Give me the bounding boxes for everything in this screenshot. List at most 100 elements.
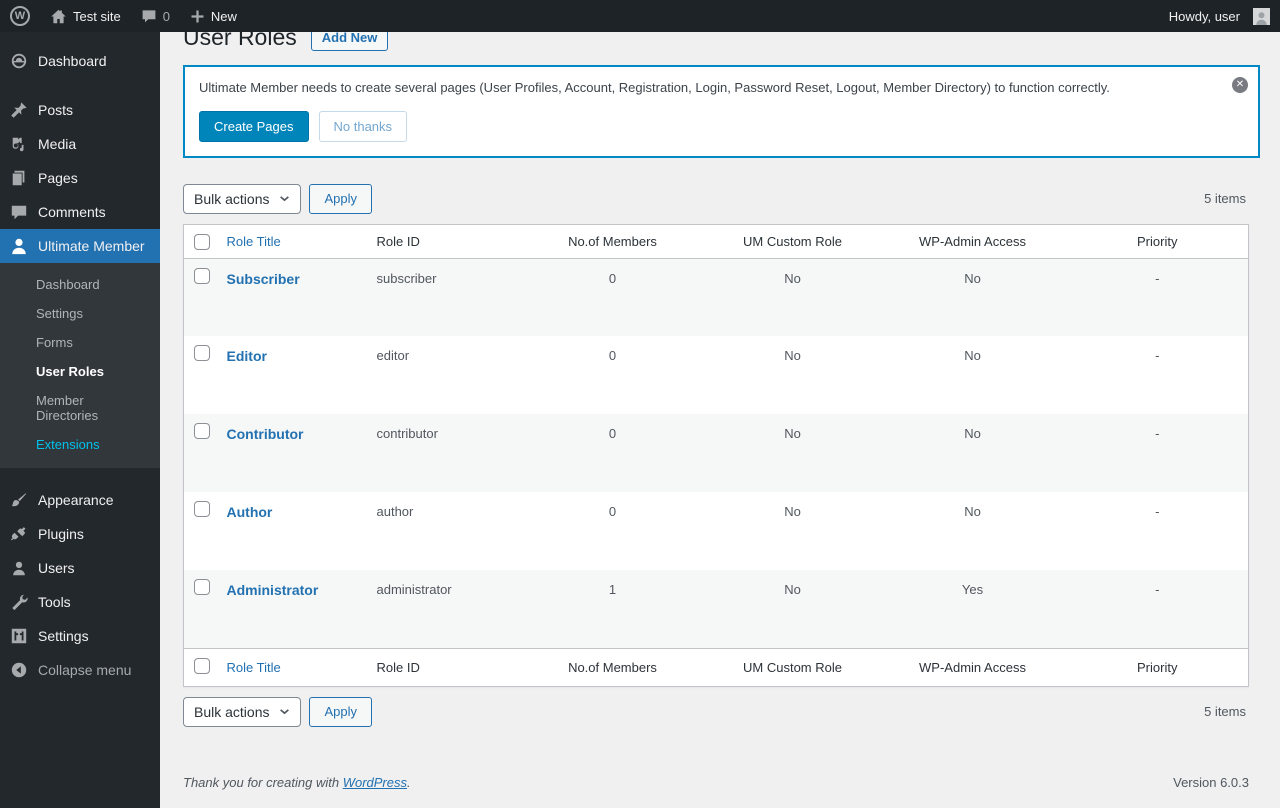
comments-icon	[9, 202, 29, 222]
footer-thanks-text: Thank you for creating with WordPress.	[183, 775, 411, 790]
wp-admin-access-cell: No	[964, 504, 981, 520]
priority-cell: -	[1155, 504, 1160, 520]
row-checkbox[interactable]	[194, 267, 210, 284]
members-cell: 0	[608, 270, 617, 286]
select-all-checkbox[interactable]	[194, 657, 210, 674]
sidebar-item-dashboard[interactable]: Dashboard	[0, 44, 160, 78]
submenu-item-user-roles[interactable]: User Roles	[0, 357, 160, 386]
dashboard-icon	[9, 51, 29, 71]
column-role-id: Role ID	[366, 224, 519, 259]
create-pages-button[interactable]: Create Pages	[199, 110, 309, 142]
column-members: No.of Members	[518, 647, 707, 687]
sidebar-item-pages[interactable]: Pages	[0, 161, 160, 195]
ultimate-member-submenu: Dashboard Settings Forms User Roles Memb…	[0, 263, 160, 468]
sidebar-item-label: Settings	[38, 628, 89, 644]
role-title-link[interactable]: Contributor	[227, 426, 304, 442]
column-members: No.of Members	[518, 224, 707, 259]
sidebar-item-label: Plugins	[38, 526, 84, 542]
new-label: New	[210, 8, 237, 24]
um-custom-role-cell: No	[784, 504, 801, 520]
avatar	[1253, 7, 1270, 25]
dismiss-notice-icon[interactable]: ✕	[1232, 76, 1248, 93]
sidebar-item-tools[interactable]: Tools	[0, 585, 160, 619]
sidebar-item-media[interactable]: Media	[0, 127, 160, 161]
role-title-link[interactable]: Editor	[227, 348, 267, 364]
submenu-item-settings[interactable]: Settings	[0, 299, 160, 328]
wp-admin-access-cell: Yes	[961, 582, 984, 598]
sort-role-title-link[interactable]: Role Title	[227, 234, 281, 249]
role-title-link[interactable]: Subscriber	[227, 271, 300, 287]
home-icon	[50, 8, 67, 25]
wordpress-link[interactable]: WordPress	[343, 775, 407, 790]
sidebar-item-label: Comments	[38, 204, 106, 220]
sidebar-item-label: Collapse menu	[38, 662, 132, 678]
footer-thanks-prefix: Thank you for creating with	[183, 774, 343, 790]
admin-bar: W Test site 0 New Howdy, user	[0, 0, 1280, 32]
wp-admin-access-cell: No	[964, 348, 981, 364]
howdy-label: Howdy, user	[1168, 8, 1240, 24]
submenu-item-dashboard[interactable]: Dashboard	[0, 270, 160, 299]
bulk-actions-select[interactable]: Bulk actions	[183, 183, 302, 214]
select-all-checkbox[interactable]	[194, 233, 210, 250]
my-account-menu[interactable]: Howdy, user	[1159, 0, 1280, 32]
sidebar-item-label: Ultimate Member	[38, 238, 145, 254]
sliders-icon	[9, 626, 29, 646]
role-title-link[interactable]: Author	[227, 504, 273, 520]
submenu-item-member-directories[interactable]: Member Directories	[0, 386, 160, 430]
column-wp-admin-access: WP-Admin Access	[878, 224, 1067, 259]
collapse-arrow-icon	[9, 660, 29, 680]
sidebar-item-posts[interactable]: Posts	[0, 93, 160, 127]
sidebar-item-ultimate-member[interactable]: Ultimate Member	[0, 229, 160, 263]
sidebar-item-plugins[interactable]: Plugins	[0, 517, 160, 551]
admin-footer: Thank you for creating with WordPress. V…	[183, 775, 1260, 790]
bulk-actions-select[interactable]: Bulk actions	[183, 696, 302, 727]
role-title-link[interactable]: Administrator	[227, 582, 319, 598]
column-role-id: Role ID	[366, 647, 519, 687]
priority-cell: -	[1155, 426, 1160, 442]
sidebar-item-comments[interactable]: Comments	[0, 195, 160, 229]
notice-message: Ultimate Member needs to create several …	[199, 79, 1110, 95]
apply-button[interactable]: Apply	[309, 696, 373, 727]
items-count: 5 items	[1204, 704, 1246, 720]
row-checkbox[interactable]	[194, 501, 210, 518]
column-um-custom-role: UM Custom Role	[706, 224, 879, 259]
row-checkbox[interactable]	[194, 345, 210, 362]
sidebar-item-settings[interactable]: Settings	[0, 619, 160, 653]
sidebar-item-label: Tools	[38, 594, 71, 610]
column-priority: Priority	[1066, 647, 1249, 687]
sort-role-title-link[interactable]: Role Title	[227, 660, 281, 675]
table-row: Administrator administrator 1 No Yes -	[183, 570, 1249, 649]
new-content-menu[interactable]: New	[180, 0, 247, 32]
submenu-item-extensions[interactable]: Extensions	[0, 430, 160, 459]
sidebar-item-appearance[interactable]: Appearance	[0, 483, 160, 517]
priority-cell: -	[1155, 582, 1160, 598]
wp-admin-access-cell: No	[964, 426, 981, 442]
chevron-down-icon	[280, 709, 290, 715]
no-thanks-button[interactable]: No thanks	[318, 110, 408, 142]
user-roles-table: Role Title Role ID No.of Members UM Cust…	[183, 223, 1249, 687]
role-id-cell: administrator	[376, 582, 452, 598]
row-checkbox[interactable]	[194, 579, 210, 596]
media-icon	[9, 134, 29, 154]
submenu-item-forms[interactable]: Forms	[0, 328, 160, 357]
pages-icon	[9, 168, 29, 188]
comments-shortcut[interactable]: 0	[131, 0, 180, 32]
table-row: Editor editor 0 No No -	[184, 336, 1249, 414]
table-footer-row: Role Title Role ID No.of Members UM Cust…	[183, 647, 1249, 687]
sidebar-item-users[interactable]: Users	[0, 551, 160, 585]
column-priority: Priority	[1066, 224, 1249, 259]
wordpress-logo-icon: W	[10, 6, 30, 26]
priority-cell: -	[1155, 270, 1160, 286]
tablenav-bottom: Bulk actions Apply 5 items	[183, 696, 1249, 727]
collapse-menu-button[interactable]: Collapse menu	[0, 653, 160, 687]
row-checkbox[interactable]	[194, 423, 210, 440]
site-name-link[interactable]: Test site	[40, 0, 131, 32]
comments-count: 0	[162, 8, 170, 24]
comment-bubble-icon	[141, 8, 157, 24]
um-pages-notice: Ultimate Member needs to create several …	[183, 64, 1260, 158]
members-cell: 1	[608, 582, 617, 598]
table-row: Author author 0 No No -	[184, 492, 1249, 570]
apply-button[interactable]: Apply	[309, 183, 373, 214]
sidebar-item-label: Posts	[38, 102, 74, 118]
wp-logo-menu[interactable]: W	[0, 0, 40, 32]
